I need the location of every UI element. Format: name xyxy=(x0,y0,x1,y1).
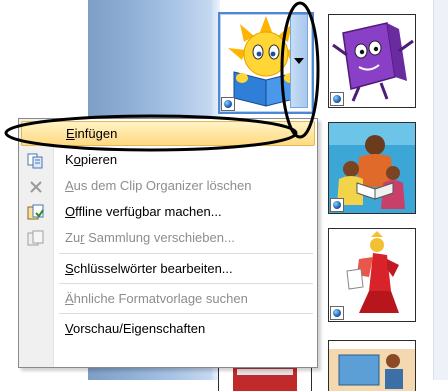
move-to-collection-icon xyxy=(27,230,45,247)
menu-item-vorschau-eigenschaften-label: Vorschau/Eigenschaften xyxy=(65,321,206,336)
menu-separator xyxy=(59,283,313,284)
context-menu: Einfügen Kopieren Aus dem Clip Organizer… xyxy=(18,118,318,368)
menu-item-aehnliche-formatvorlage-suchen-label: Ähnliche Formatvorlage suchen xyxy=(65,291,248,306)
copy-icon xyxy=(27,152,45,169)
chevron-down-icon xyxy=(294,58,304,64)
menu-item-schluesselwoerter-bearbeiten[interactable]: Schlüsselwörter bearbeiten... xyxy=(21,257,315,282)
clip-thumbnail-family-reading[interactable] xyxy=(328,122,416,214)
menu-item-schluesselwoerter-bearbeiten-label: Schlüsselwörter bearbeiten... xyxy=(65,261,233,276)
clip-dropdown-arrow-button[interactable] xyxy=(290,14,308,108)
menu-item-kopieren-label: Kopieren xyxy=(65,152,118,167)
make-offline-icon xyxy=(27,204,45,221)
web-clip-badge-icon xyxy=(330,92,344,106)
gallery-scrollbar[interactable] xyxy=(433,0,448,380)
menu-item-aus-clip-organizer-loeschen-label: Aus dem Clip Organizer löschen xyxy=(65,178,252,193)
menu-item-offline-verfuegbar[interactable]: Offline verfügbar machen... xyxy=(21,200,315,225)
menu-item-vorschau-eigenschaften[interactable]: Vorschau/Eigenschaften xyxy=(21,317,315,342)
menu-item-zur-sammlung-verschieben-label: Zur Sammlung verschieben... xyxy=(65,230,235,245)
menu-item-aus-clip-organizer-loeschen[interactable]: Aus dem Clip Organizer löschen xyxy=(21,174,315,199)
delete-icon xyxy=(27,178,45,195)
clip-thumbnail-purple-book[interactable] xyxy=(328,14,416,108)
menu-item-zur-sammlung-verschieben[interactable]: Zur Sammlung verschieben... xyxy=(21,226,315,251)
menu-item-kopieren[interactable]: Kopieren xyxy=(21,148,315,173)
menu-item-aehnliche-formatvorlage-suchen[interactable]: Ähnliche Formatvorlage suchen xyxy=(21,287,315,312)
web-clip-badge-icon xyxy=(330,198,344,212)
web-clip-badge-icon xyxy=(330,306,344,320)
menu-item-offline-verfuegbar-label: Offline verfügbar machen... xyxy=(65,204,222,219)
menu-item-einfuegen-label: Einfügen xyxy=(66,126,118,141)
menu-separator xyxy=(59,253,313,254)
clip-thumbnail-red-figure[interactable] xyxy=(328,228,416,322)
desk-clip-image xyxy=(329,349,415,391)
menu-separator xyxy=(59,313,313,314)
clip-thumbnail-desk[interactable] xyxy=(328,340,416,391)
web-clip-badge-icon xyxy=(221,97,235,111)
menu-item-einfuegen[interactable]: Einfügen xyxy=(21,121,315,146)
